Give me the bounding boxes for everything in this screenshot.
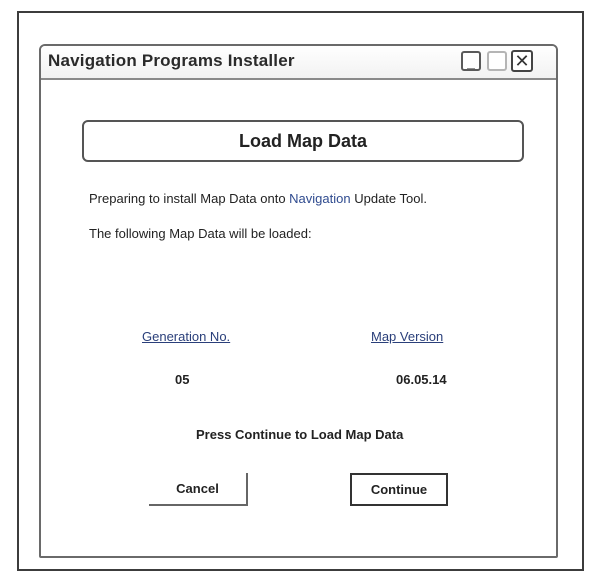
generation-value: 05 — [175, 372, 190, 387]
cancel-button[interactable]: Cancel — [149, 473, 248, 506]
minimize-icon: _ — [467, 54, 475, 70]
title-bar[interactable]: Navigation Programs Installer _ ✕ — [41, 46, 556, 80]
maximize-button[interactable] — [487, 51, 507, 71]
navigation-highlight: Navigation — [289, 191, 351, 206]
preparing-message-start: Preparing to install Map Data onto — [89, 191, 290, 206]
close-icon: ✕ — [514, 51, 530, 71]
preparing-message: Preparing to install Map Data onto Navig… — [89, 191, 427, 206]
continue-button[interactable]: Continue — [350, 473, 448, 506]
continue-prompt: Press Continue to Load Map Data — [196, 427, 404, 442]
preparing-message-end: Update Tool. — [350, 191, 427, 206]
page-title: Load Map Data — [238, 131, 367, 151]
heading-panel: Load Map Data — [82, 120, 524, 162]
generation-column-header: Generation No. — [142, 329, 231, 344]
minimize-button[interactable]: _ — [461, 51, 481, 71]
map-version-value: 06.05.14 — [396, 372, 447, 387]
installer-window: Navigation Programs Installer _ ✕ Load M… — [39, 44, 558, 558]
window-title: Navigation Programs Installer — [48, 51, 295, 70]
map-version-column-header: Map Version — [371, 329, 444, 344]
loading-message: The following Map Data will be loaded: — [89, 226, 312, 241]
close-button[interactable]: ✕ — [511, 50, 533, 72]
